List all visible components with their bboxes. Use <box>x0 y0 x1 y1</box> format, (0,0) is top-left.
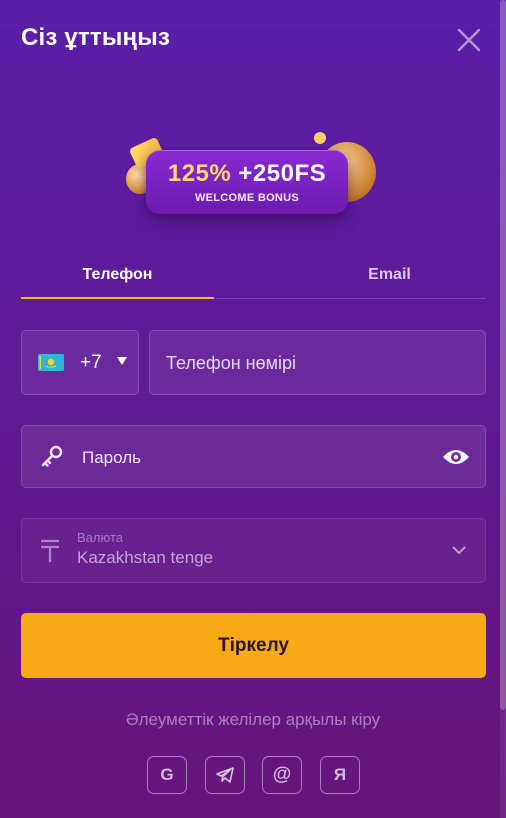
bonus-freespins: +250FS <box>238 160 327 187</box>
register-button[interactable]: Тіркелу <box>21 613 486 678</box>
tab-email[interactable]: Email <box>293 260 486 300</box>
country-code: +7 <box>80 352 102 373</box>
gold-coin-icon <box>314 132 326 144</box>
telegram-icon <box>216 767 234 783</box>
tenge-icon <box>41 539 59 562</box>
auth-method-tabs: Телефон Email <box>21 260 486 300</box>
eye-icon[interactable] <box>442 446 470 468</box>
chevron-down-icon <box>452 546 466 555</box>
phone-number-input[interactable]: Телефон нөмірі <box>149 330 486 395</box>
kazakhstan-flag-icon <box>38 354 64 371</box>
phone-placeholder: Телефон нөмірі <box>166 353 297 373</box>
active-tab-indicator <box>21 297 214 299</box>
scrollbar-thumb[interactable] <box>500 0 506 710</box>
country-code-select[interactable]: +7 <box>21 330 139 395</box>
telegram-login-button[interactable] <box>205 756 245 794</box>
tab-phone[interactable]: Телефон <box>21 260 214 300</box>
password-input[interactable]: Пароль <box>21 425 486 488</box>
bonus-subtitle: WELCOME BONUS <box>194 192 300 204</box>
social-login-caption: Әлеуметтік желілер арқылы кіру <box>125 710 381 729</box>
at-sign-icon: @ <box>272 764 292 785</box>
mail-login-button[interactable]: @ <box>262 756 302 794</box>
yandex-icon: Я <box>333 765 347 784</box>
caret-down-icon <box>117 357 127 365</box>
close-icon[interactable] <box>456 27 482 53</box>
modal-title: Сіз ұттыңыз <box>21 24 171 51</box>
scrollbar-track[interactable] <box>500 0 506 818</box>
welcome-bonus-banner: 125% +250FS WELCOME BONUS <box>118 128 378 228</box>
key-icon <box>41 445 63 467</box>
google-icon: G <box>160 765 174 784</box>
bonus-amount: 125% +250FS <box>146 160 348 188</box>
password-placeholder: Пароль <box>82 448 141 467</box>
currency-value: Kazakhstan tenge <box>77 548 214 567</box>
yandex-login-button[interactable]: Я <box>320 756 360 794</box>
currency-select[interactable]: Валюта Kazakhstan tenge <box>21 518 486 583</box>
bonus-percent: 125% <box>167 160 232 187</box>
currency-label: Валюта <box>77 530 123 545</box>
bonus-badge: 125% +250FS WELCOME BONUS <box>146 150 348 214</box>
google-login-button[interactable]: G <box>147 756 187 794</box>
